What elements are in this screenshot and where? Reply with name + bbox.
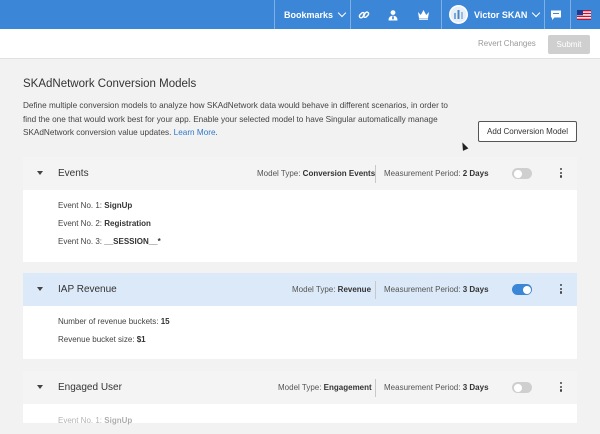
model-details: Number of revenue buckets: 15 Revenue bu… [58,316,170,352]
measurement-period-value: 3 Days [462,285,489,294]
detail-label: Event No. 3: [58,237,103,246]
detail-value: $1 [136,335,146,344]
language-button[interactable] [577,0,591,29]
support-agent-icon [388,9,398,20]
nav-divider [350,0,351,29]
submit-button[interactable]: Submit [548,35,590,54]
more-options-icon[interactable] [559,382,563,394]
avatar [449,5,468,24]
model-card-header[interactable]: Events Model Type: Conversion Events Mea… [23,157,577,190]
detail-row: Revenue bucket size: $1 [58,334,170,352]
measurement-period: Measurement Period: 3 Days [384,285,489,294]
us-flag-icon [577,9,591,20]
detail-row: Event No. 1: SignUp [58,200,161,218]
top-nav-bar: Bookmarks Victor SKAN [0,0,600,29]
nav-divider [441,0,442,29]
detail-label: Revenue bucket size: [58,335,135,344]
detail-label: Event No. 1: [58,416,103,425]
premium-button[interactable] [417,0,430,29]
learn-more-link[interactable]: Learn More [174,128,216,137]
detail-value: __SESSION__* [104,237,161,246]
model-name: IAP Revenue [58,284,117,295]
chevron-down-icon [337,8,347,18]
description-text: Define multiple conversion models to ana… [23,101,448,137]
model-type-label: Model Type: [257,169,301,178]
bookmarks-menu[interactable]: Bookmarks [284,0,347,29]
user-name: Victor SKAN [474,9,528,20]
meta-divider [375,281,376,299]
detail-value: Registration [104,219,151,228]
revert-changes-button[interactable]: Revert Changes [478,39,536,48]
model-type-label: Model Type: [292,285,336,294]
detail-label: Event No. 2: [58,219,103,228]
enable-model-toggle[interactable] [512,382,532,393]
model-card-header[interactable]: Engaged User Model Type: Engagement Meas… [23,371,577,404]
model-card-iap-revenue: IAP Revenue Model Type: Revenue Measurem… [23,273,577,359]
mouse-cursor-icon [459,141,469,151]
nav-divider [544,0,545,29]
measurement-period-label: Measurement Period: [384,383,461,392]
measurement-period-value: 2 Days [462,169,489,178]
caret-down-icon[interactable] [37,385,43,389]
description-period: . [215,128,218,137]
model-card-engaged-user: Engaged User Model Type: Engagement Meas… [23,371,577,425]
detail-row: Event No. 3: __SESSION__* [58,236,161,254]
model-details: Event No. 1: SignUp Event No. 2: Registr… [58,200,161,254]
measurement-period-value: 3 Days [462,383,489,392]
user-menu[interactable]: Victor SKAN [449,0,541,29]
detail-label: Number of revenue buckets: [58,317,159,326]
measurement-period-label: Measurement Period: [384,169,461,178]
model-type-value: Revenue [337,285,372,294]
nav-divider [570,0,571,29]
more-options-icon[interactable] [559,168,563,180]
model-type: Model Type: Conversion Events [257,169,375,178]
detail-value: SignUp [104,201,133,210]
link-button[interactable] [358,0,370,29]
measurement-period-label: Measurement Period: [384,285,461,294]
company-avatar-icon [450,6,467,23]
measurement-period: Measurement Period: 3 Days [384,383,489,392]
model-type: Model Type: Engagement [278,383,372,392]
link-icon [358,10,370,19]
page-title: SKAdNetwork Conversion Models [23,78,197,90]
model-card-events: Events Model Type: Conversion Events Mea… [23,157,577,262]
model-name: Engaged User [58,382,122,393]
enable-model-toggle[interactable] [512,168,532,179]
model-type-value: Engagement [323,383,372,392]
add-conversion-model-button[interactable]: Add Conversion Model [478,121,577,142]
caret-down-icon[interactable] [37,171,43,175]
measurement-period: Measurement Period: 2 Days [384,169,489,178]
toggle-knob [513,383,522,392]
model-type-value: Conversion Events [302,169,376,178]
bookmarks-label: Bookmarks [284,9,334,20]
chat-icon [551,10,561,20]
detail-row: Number of revenue buckets: 15 [58,316,170,334]
toggle-knob [513,169,522,178]
detail-label: Event No. 1: [58,201,103,210]
detail-value: SignUp [104,416,133,425]
chat-button[interactable] [550,0,562,29]
enable-model-toggle[interactable] [512,284,532,295]
model-type: Model Type: Revenue [292,285,371,294]
detail-row: Event No. 1: SignUp [58,415,132,433]
chevron-down-icon [532,8,541,18]
detail-value: 15 [160,317,170,326]
support-button[interactable] [387,0,399,29]
more-options-icon[interactable] [559,284,563,296]
model-details: Event No. 1: SignUp [58,415,132,433]
nav-divider [274,0,275,29]
model-name: Events [58,168,89,179]
toggle-knob [522,285,531,294]
meta-divider [375,379,376,397]
crown-icon [418,10,429,20]
caret-down-icon[interactable] [37,287,43,291]
model-card-header[interactable]: IAP Revenue Model Type: Revenue Measurem… [23,273,577,306]
detail-row: Event No. 2: Registration [58,218,161,236]
page-description: Define multiple conversion models to ana… [23,99,463,140]
action-bar: Revert Changes Submit [0,29,600,59]
meta-divider [375,165,376,183]
model-type-label: Model Type: [278,383,322,392]
